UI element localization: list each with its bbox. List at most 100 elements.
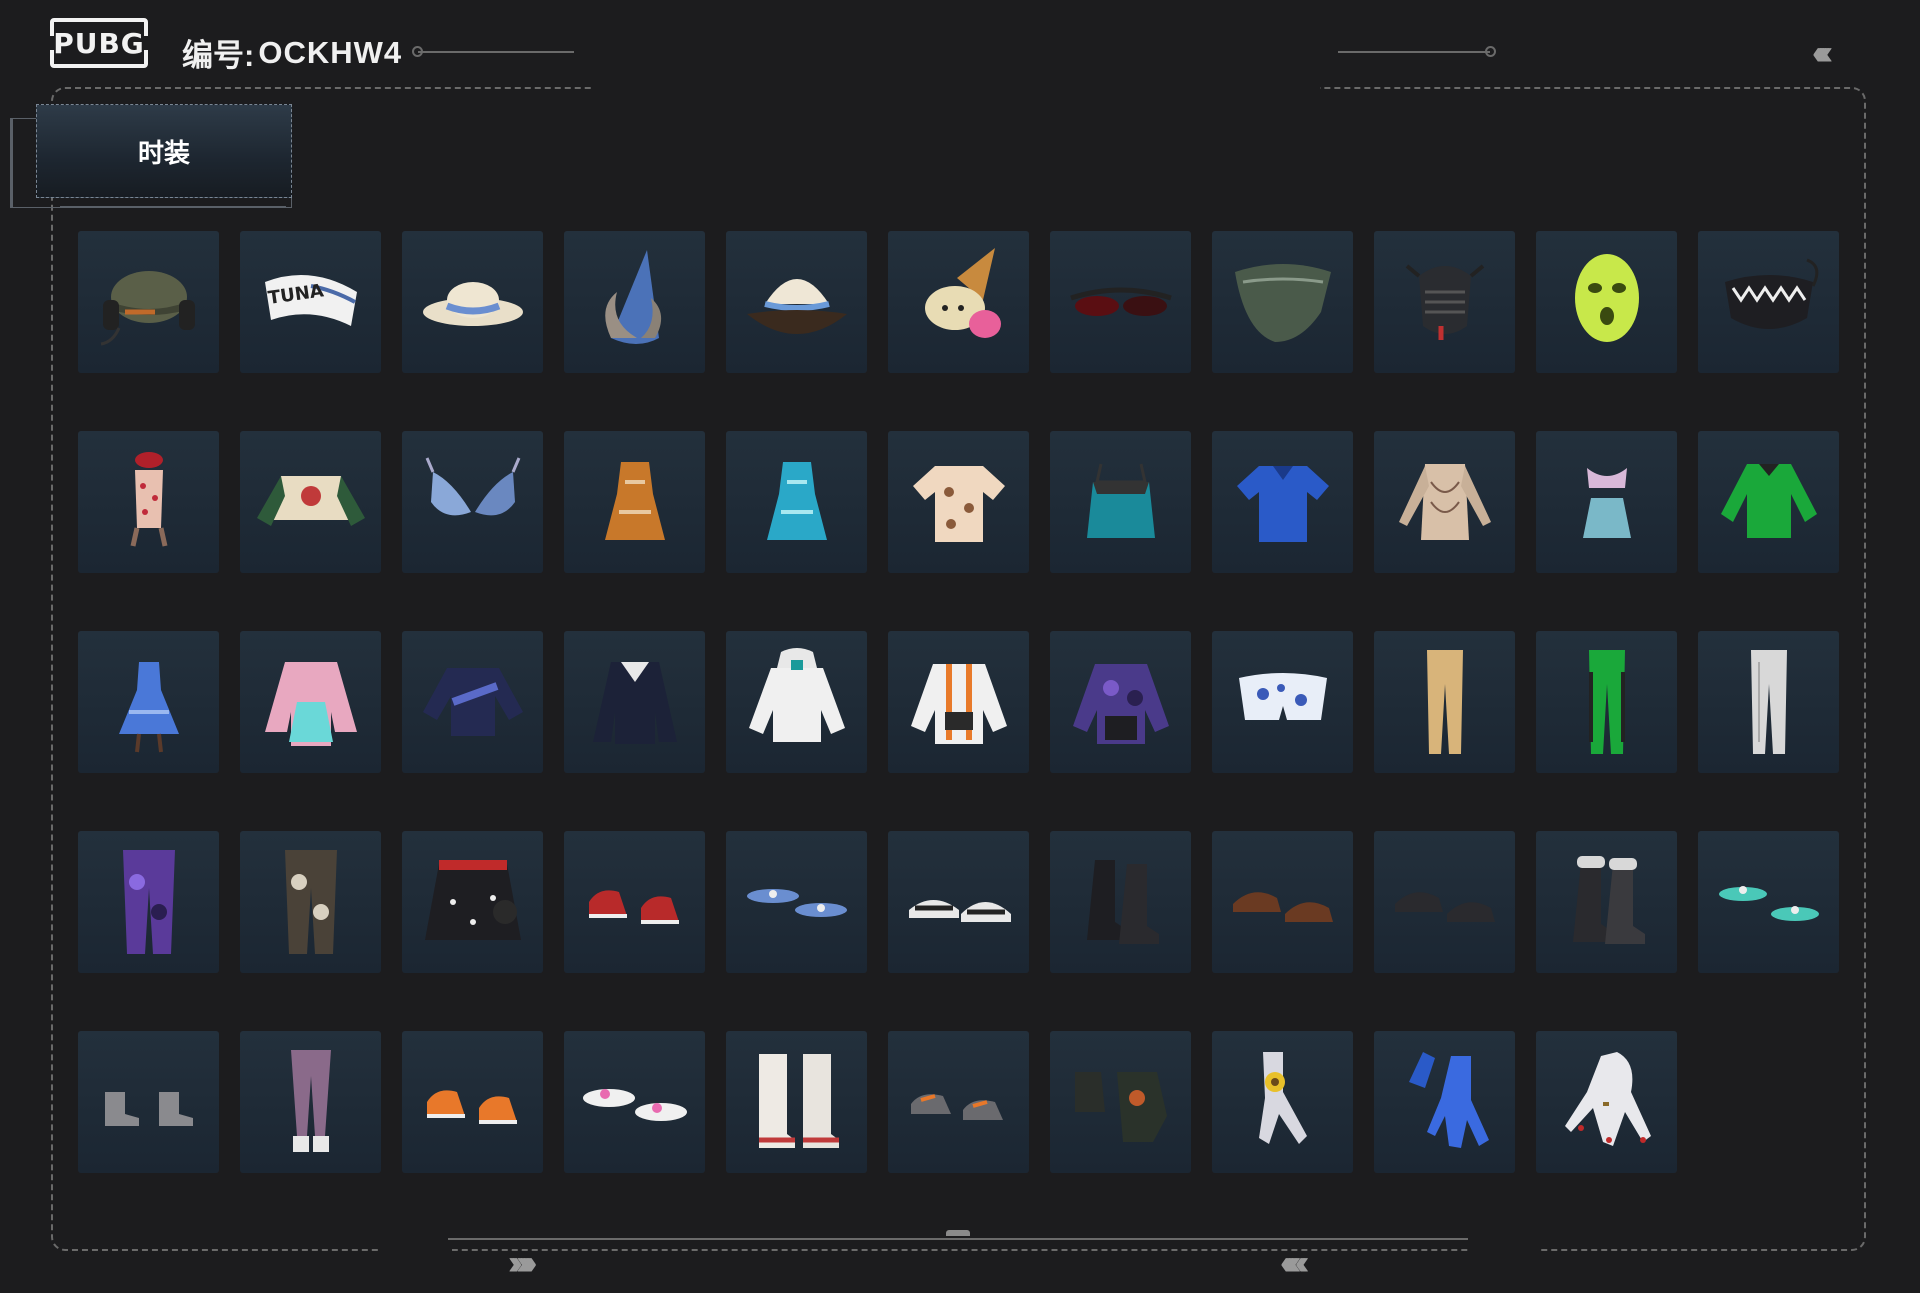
grey-ankle-boots-icon xyxy=(104,1092,193,1126)
item-slot[interactable] xyxy=(726,631,867,773)
item-slot[interactable] xyxy=(78,231,219,373)
tab-fashion[interactable]: 时装 xyxy=(36,104,292,198)
pink-fur-jacket-icon xyxy=(264,662,357,746)
item-slot[interactable] xyxy=(240,631,381,773)
item-slot[interactable] xyxy=(888,831,1029,973)
green-pants-icon xyxy=(1588,650,1625,754)
orange-dress-icon xyxy=(604,462,665,540)
item-slot[interactable]: TUNA xyxy=(240,231,381,373)
khaki-pants-icon xyxy=(1426,650,1463,754)
bandana-mask-icon xyxy=(1234,264,1331,342)
item-slot[interactable] xyxy=(78,631,219,773)
item-slot[interactable] xyxy=(1374,1031,1515,1173)
fur-boots-icon xyxy=(1572,856,1645,944)
item-slot[interactable] xyxy=(888,631,1029,773)
item-slot[interactable] xyxy=(78,1031,219,1173)
item-slot[interactable] xyxy=(402,431,543,573)
item-slot[interactable] xyxy=(564,631,705,773)
security-polo-icon xyxy=(1236,466,1329,542)
blue-gloves-icon xyxy=(1408,1052,1489,1148)
item-slot[interactable] xyxy=(240,1031,381,1173)
item-slot[interactable] xyxy=(402,231,543,373)
item-slot[interactable] xyxy=(1374,631,1515,773)
item-slot[interactable] xyxy=(402,1031,543,1173)
balaclava-icon xyxy=(1574,254,1639,342)
item-slot[interactable] xyxy=(1212,631,1353,773)
green-jersey-icon xyxy=(1720,464,1817,538)
cyan-dress-icon xyxy=(766,462,827,540)
item-slot[interactable] xyxy=(1212,1031,1353,1173)
mint-flip-flops-icon xyxy=(1718,886,1819,921)
header-line-right xyxy=(1338,51,1490,53)
crop-sweater-icon xyxy=(256,476,365,526)
item-slot[interactable] xyxy=(240,431,381,573)
item-slot[interactable] xyxy=(888,231,1029,373)
item-slot[interactable] xyxy=(564,831,705,973)
item-slot[interactable] xyxy=(240,831,381,973)
navy-coat-icon xyxy=(592,662,677,744)
item-slot[interactable] xyxy=(1374,831,1515,973)
item-slot[interactable] xyxy=(1698,631,1839,773)
tactical-mask-icon xyxy=(1405,264,1484,340)
item-slot[interactable] xyxy=(1374,231,1515,373)
pink-flats-icon xyxy=(582,1089,687,1121)
item-slot[interactable] xyxy=(402,631,543,773)
item-slot[interactable] xyxy=(402,831,543,973)
item-slot[interactable] xyxy=(1698,431,1839,573)
ice-cream-hat-icon xyxy=(924,248,1001,338)
item-slot[interactable] xyxy=(726,231,867,373)
item-slot[interactable] xyxy=(1536,831,1677,973)
white-hoodie-icon xyxy=(748,648,845,742)
account-label: 编号: xyxy=(182,38,255,73)
sandals-icon xyxy=(908,900,1011,922)
item-slot[interactable] xyxy=(78,431,219,573)
item-slot[interactable] xyxy=(564,1031,705,1173)
item-slot[interactable] xyxy=(726,831,867,973)
item-slot[interactable] xyxy=(1374,431,1515,573)
item-slot[interactable] xyxy=(888,431,1029,573)
item-slot[interactable] xyxy=(1050,831,1191,973)
bikini-top-icon xyxy=(425,457,520,516)
item-slot[interactable] xyxy=(726,431,867,573)
item-slot[interactable] xyxy=(1698,831,1839,973)
item-slot[interactable] xyxy=(1212,831,1353,973)
account-id: OCKHW4 xyxy=(258,34,403,70)
black-boots-icon xyxy=(1086,860,1159,944)
item-slot[interactable] xyxy=(78,831,219,973)
item-slot[interactable] xyxy=(1536,231,1677,373)
item-slot[interactable] xyxy=(1050,431,1191,573)
item-slot[interactable] xyxy=(1050,231,1191,373)
purple-camo-pants-icon xyxy=(122,850,175,954)
item-slot[interactable] xyxy=(1536,1031,1677,1173)
floral-swimsuit-icon xyxy=(130,452,167,547)
sunflower-hand-icon xyxy=(1258,1052,1307,1144)
grey-orange-sneakers-icon xyxy=(910,1094,1003,1120)
header-dot-right xyxy=(1485,46,1496,57)
brown-shoes-icon xyxy=(1232,892,1333,922)
floral-shorts-icon xyxy=(1238,673,1327,720)
bucket-hat-icon xyxy=(746,279,847,334)
item-slot[interactable] xyxy=(888,1031,1029,1173)
chevrons-left-icon: ‹‹‹‹ ‹ xyxy=(1812,34,1833,72)
item-slot[interactable] xyxy=(564,231,705,373)
bottom-notch xyxy=(946,1230,970,1236)
item-slot[interactable] xyxy=(1212,231,1353,373)
item-slot[interactable] xyxy=(564,431,705,573)
white-fur-boots-icon xyxy=(758,1054,839,1148)
item-slot[interactable] xyxy=(1212,431,1353,573)
tab-underline xyxy=(60,206,286,208)
lace-camisole-icon xyxy=(1086,463,1155,538)
navy-sweatshirt-icon xyxy=(422,668,523,736)
item-slot[interactable] xyxy=(1536,631,1677,773)
account-id-label: 编号: OCKHW4 xyxy=(182,30,402,75)
orange-white-jacket-icon xyxy=(910,664,1007,744)
black-shoes-icon xyxy=(1394,892,1495,922)
header-line-left xyxy=(418,51,574,53)
item-slot[interactable] xyxy=(1050,1031,1191,1173)
item-slot[interactable] xyxy=(1050,631,1191,773)
item-slot[interactable] xyxy=(726,1031,867,1173)
item-slot[interactable] xyxy=(1536,431,1677,573)
item-slot[interactable] xyxy=(1698,231,1839,373)
pink-stockings-icon xyxy=(290,1050,331,1152)
blue-gradient-dress-icon xyxy=(118,662,179,753)
